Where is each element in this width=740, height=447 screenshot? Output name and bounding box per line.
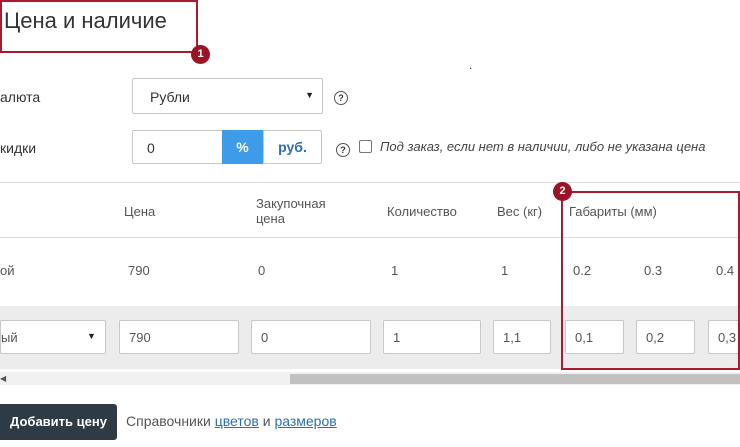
type-select-value: ый — [1, 330, 18, 345]
weight-input-value: 1,1 — [503, 330, 522, 345]
row1-price: 790 — [128, 263, 150, 278]
chevron-down-icon: ▼ — [305, 90, 314, 100]
purchase-price-input[interactable]: 0 — [251, 320, 371, 354]
header-price: Цена — [124, 204, 156, 219]
weight-input[interactable]: 1,1 — [493, 320, 551, 354]
discount-percent-button[interactable]: % — [222, 130, 263, 164]
references-line: Справочники цветов и размеров — [126, 413, 337, 429]
colors-link[interactable]: цветов — [215, 413, 259, 429]
references-prefix: Справочники — [126, 413, 211, 429]
annotation-box-1 — [0, 0, 198, 53]
sizes-link[interactable]: размеров — [274, 413, 336, 429]
row1-quantity: 1 — [391, 263, 399, 278]
row1-purchase-price: 0 — [258, 263, 266, 278]
currency-select-value: Рубли — [150, 89, 190, 105]
discount-label: кидки — [0, 140, 37, 156]
row1-weight: 1 — [501, 263, 509, 278]
scrollbar-thumb[interactable] — [290, 374, 740, 384]
purchase-price-input-value: 0 — [261, 330, 269, 345]
discount-input[interactable]: 0 — [132, 130, 222, 164]
price-input[interactable]: 790 — [119, 320, 239, 354]
preorder-checkbox[interactable] — [359, 140, 372, 153]
add-price-button[interactable]: Добавить цену — [0, 404, 117, 440]
price-input-value: 790 — [129, 330, 151, 345]
discount-input-value: 0 — [147, 140, 155, 156]
preorder-label: Под заказ, если нет в наличии, либо не у… — [380, 139, 706, 154]
currency-label: алюта — [0, 89, 41, 105]
currency-select[interactable]: Рубли ▼ — [132, 78, 323, 114]
annotation-box-2 — [561, 191, 740, 370]
discount-rub-button[interactable]: руб. — [263, 130, 322, 164]
references-and: и — [262, 413, 271, 429]
help-icon[interactable]: ? — [334, 91, 348, 105]
help-icon[interactable]: ? — [336, 143, 350, 157]
chevron-down-icon: ▼ — [87, 331, 96, 341]
header-weight: Вес (кг) — [497, 204, 543, 219]
annotation-marker-2: 2 — [553, 182, 572, 201]
annotation-marker-1: 1 — [191, 45, 210, 64]
header-purchase-price-line2: цена — [256, 211, 285, 226]
scroll-left-arrow-icon[interactable]: ◀ — [0, 372, 6, 385]
header-purchase-price-line1: Закупочная — [256, 196, 326, 211]
type-select[interactable]: ый ▼ — [0, 320, 106, 354]
quantity-input[interactable]: 1 — [383, 320, 481, 354]
stray-dot: . — [469, 58, 473, 72]
row1-type: ой — [0, 263, 15, 278]
quantity-input-value: 1 — [393, 330, 401, 345]
table-top-divider — [0, 182, 740, 183]
header-quantity: Количество — [387, 204, 457, 219]
